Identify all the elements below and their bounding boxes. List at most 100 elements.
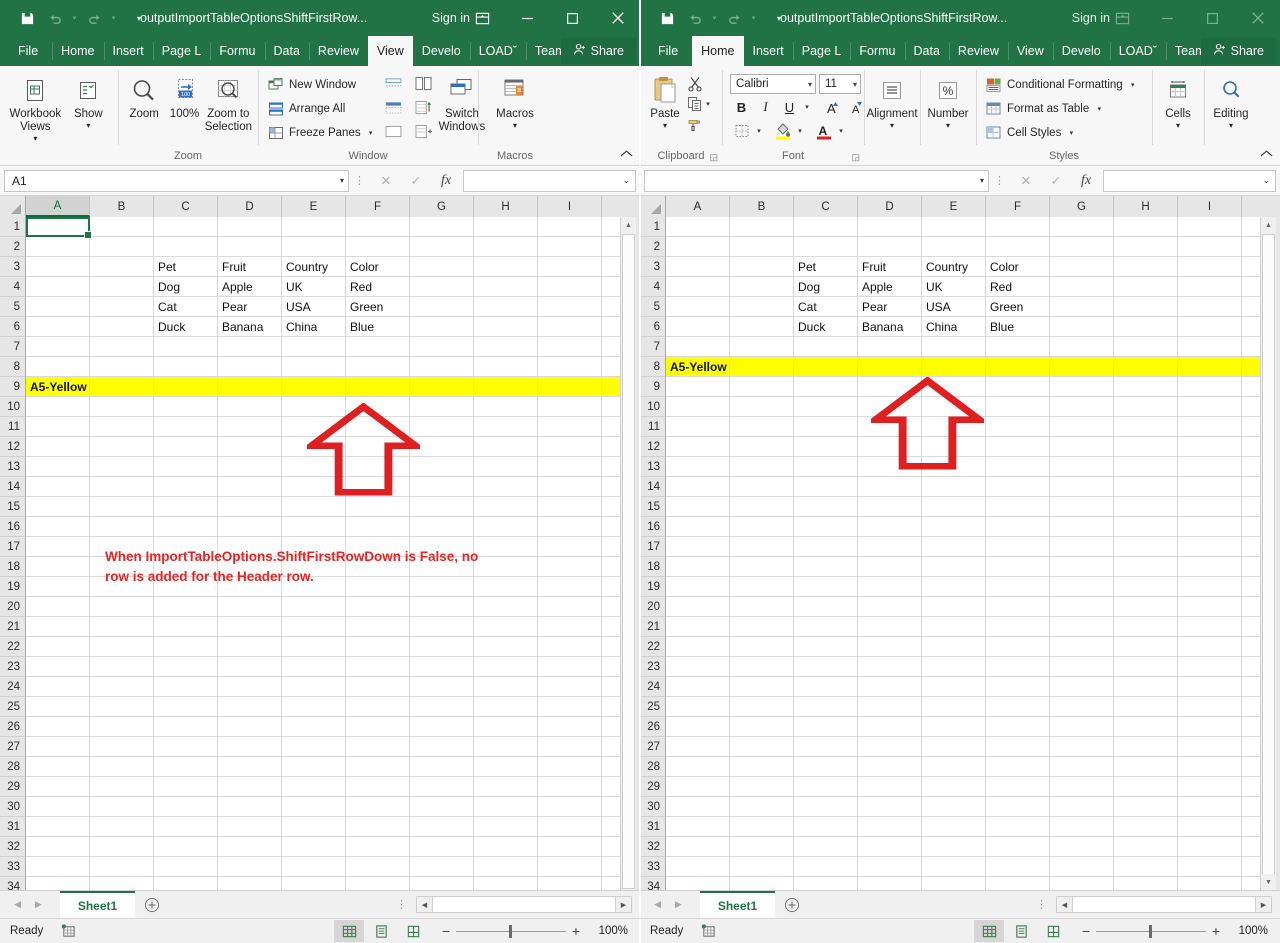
grid-cell[interactable]	[666, 417, 730, 437]
row-header[interactable]: 15	[0, 497, 26, 517]
grid-cell[interactable]: Blue	[986, 317, 1050, 337]
grid-cell[interactable]	[474, 537, 538, 557]
grid-row[interactable]: 7	[640, 337, 1280, 357]
grid-cell[interactable]	[90, 317, 154, 337]
grid-cell[interactable]	[666, 837, 730, 857]
grid-row[interactable]: 3PetFruitCountryColor	[640, 257, 1280, 277]
row-header[interactable]: 26	[640, 717, 666, 737]
grid-cell[interactable]	[346, 717, 410, 737]
grid-cell[interactable]	[90, 597, 154, 617]
grid-cell[interactable]	[410, 797, 474, 817]
grid-cell[interactable]	[1178, 437, 1242, 457]
grid-cell[interactable]	[346, 657, 410, 677]
grid-cell[interactable]	[858, 497, 922, 517]
row-header[interactable]: 6	[640, 317, 666, 337]
grid-cell[interactable]	[858, 817, 922, 837]
increase-font-size-button[interactable]: A	[819, 96, 842, 118]
grid-cell[interactable]	[794, 697, 858, 717]
grid-cell[interactable]	[218, 377, 282, 397]
grid-cell[interactable]	[282, 217, 346, 237]
grid-cell[interactable]	[1114, 757, 1178, 777]
grid-cell[interactable]	[26, 337, 90, 357]
grid-row[interactable]: 34	[0, 877, 640, 890]
grid-cell[interactable]	[1178, 457, 1242, 477]
grid-row[interactable]: 24	[640, 677, 1280, 697]
grid-cell[interactable]	[730, 457, 794, 477]
grid-cell[interactable]	[730, 337, 794, 357]
grid-cell[interactable]	[282, 637, 346, 657]
row-header[interactable]: 27	[640, 737, 666, 757]
grid-cell[interactable]	[986, 217, 1050, 237]
grid-cell[interactable]	[90, 737, 154, 757]
grid-cell[interactable]	[1050, 597, 1114, 617]
grid-cell[interactable]	[410, 697, 474, 717]
grid-row[interactable]: 30	[0, 797, 640, 817]
row-header[interactable]: 28	[640, 757, 666, 777]
grid-cell[interactable]	[730, 657, 794, 677]
tab-page-layout[interactable]: Page L	[793, 36, 851, 66]
grid-cell[interactable]	[1114, 597, 1178, 617]
grid-cell[interactable]	[794, 337, 858, 357]
grid-cell[interactable]	[1114, 677, 1178, 697]
grid-cell[interactable]	[282, 717, 346, 737]
grid-cell[interactable]	[26, 877, 90, 890]
copy-icon[interactable]: ▾	[684, 94, 716, 114]
underline-button[interactable]: U	[778, 96, 801, 118]
grid-cell[interactable]	[90, 417, 154, 437]
grid-cell[interactable]	[1178, 417, 1242, 437]
grid-cell[interactable]	[858, 637, 922, 657]
sheet-bar-grip-right[interactable]: ⋮	[1036, 898, 1056, 911]
grid-cell[interactable]	[1178, 217, 1242, 237]
grid-cell[interactable]	[26, 557, 90, 577]
grid-cell[interactable]	[986, 417, 1050, 437]
grid-cell[interactable]: Country	[282, 257, 346, 277]
column-header-g-right[interactable]: G	[1050, 196, 1114, 217]
enter-formula-icon[interactable]: ✓	[1041, 170, 1071, 192]
grid-cell[interactable]: Duck	[794, 317, 858, 337]
grid-cell[interactable]	[154, 417, 218, 437]
grid-cell[interactable]	[922, 697, 986, 717]
grid-cell[interactable]	[666, 537, 730, 557]
row-header[interactable]: 6	[0, 317, 26, 337]
grid-cell[interactable]	[922, 357, 986, 377]
sheet-prev-icon[interactable]: ◀	[14, 899, 21, 910]
grid-cell[interactable]	[922, 337, 986, 357]
row-header[interactable]: 21	[0, 617, 26, 637]
zoom-thumb-left[interactable]	[509, 925, 512, 938]
column-header-h-right[interactable]: H	[1114, 196, 1178, 217]
column-header-h-left[interactable]: H	[474, 196, 538, 217]
grid-cell[interactable]	[154, 397, 218, 417]
grid-cell[interactable]	[26, 617, 90, 637]
page-break-view-icon-left[interactable]	[398, 920, 428, 942]
tab-review[interactable]: Review	[309, 36, 368, 66]
grid-cell[interactable]	[154, 857, 218, 877]
grid-cell[interactable]	[346, 737, 410, 757]
grid-row[interactable]: 23	[640, 657, 1280, 677]
grid-row[interactable]: 25	[640, 697, 1280, 717]
grid-cell[interactable]	[858, 517, 922, 537]
page-layout-view-icon-right[interactable]	[1006, 920, 1036, 942]
freeze-panes-button[interactable]: Freeze Panes ▾	[264, 121, 379, 145]
grid-cell[interactable]	[1178, 737, 1242, 757]
grid-cell[interactable]: Cat	[154, 297, 218, 317]
grid-cell[interactable]	[474, 357, 538, 377]
grid-cell[interactable]	[154, 617, 218, 637]
grid-cell[interactable]	[794, 517, 858, 537]
row-header[interactable]: 7	[640, 337, 666, 357]
grid-cell[interactable]	[282, 517, 346, 537]
grid-cell[interactable]	[538, 357, 602, 377]
column-header-b-right[interactable]: B	[730, 196, 794, 217]
grid-cell[interactable]	[410, 737, 474, 757]
grid-cell[interactable]	[90, 357, 154, 377]
grid-cell[interactable]	[858, 217, 922, 237]
grid-cell[interactable]	[794, 637, 858, 657]
grid-cell[interactable]	[858, 657, 922, 677]
grid-cell[interactable]	[1178, 657, 1242, 677]
grid-cell[interactable]	[1178, 497, 1242, 517]
grid-cell[interactable]	[474, 257, 538, 277]
cancel-formula-icon[interactable]: ✕	[1011, 170, 1041, 192]
grid-cell[interactable]	[90, 337, 154, 357]
grid-cell[interactable]	[538, 837, 602, 857]
ribbon-display-options-icon[interactable]	[1099, 0, 1145, 36]
grid-cell[interactable]	[282, 757, 346, 777]
